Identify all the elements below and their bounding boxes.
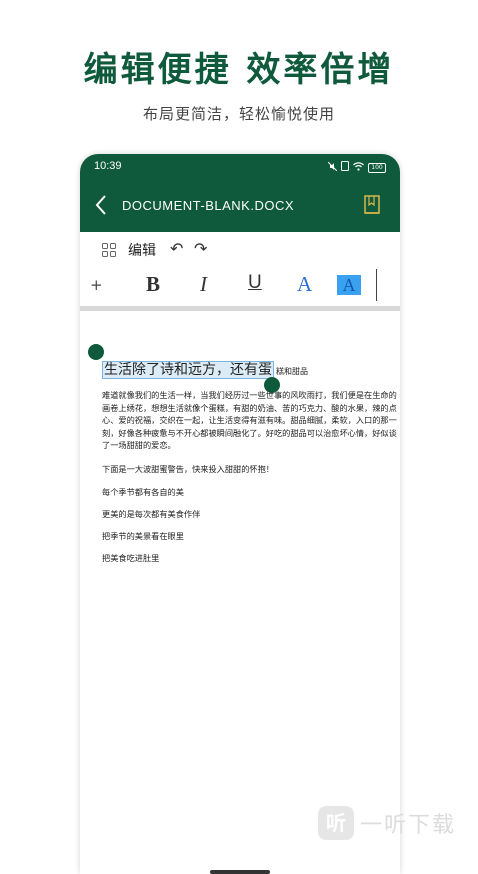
mute-icon [327,161,338,174]
battery-icon: 100 [368,162,386,173]
body-line[interactable]: 下面是一大波甜蜜警告，快来投入甜甜的怀抱！ [102,463,274,475]
body-paragraph[interactable]: 难道就像我们的生活一样，当我们经历过一些世事的风吹雨打，我们便是在生命的画卷上绣… [102,389,400,452]
app-header: 10:39 100 DOCUMENT-BLANK.DOCX [80,154,400,232]
selected-text[interactable]: 生活除了诗和远方，还有蛋 [102,361,274,379]
body-line[interactable]: 把季节的美景看在眼里 [102,530,184,542]
body-line[interactable]: 把美食吃进肚里 [102,552,159,564]
watermark-text: 一听下载 [360,813,457,838]
font-color-button[interactable]: A [297,272,312,298]
redo-icon[interactable]: ↷ [194,239,207,258]
home-indicator [210,870,270,874]
format-toolbar: + B I U A A [80,266,400,306]
sim-icon [341,161,349,174]
toolbar-divider [376,269,377,301]
highlight-button[interactable]: A [337,275,361,295]
body-line[interactable]: 每个季节都有各自的美 [102,486,184,498]
document-canvas[interactable]: 生活除了诗和远方，还有蛋 糕和甜品 难道就像我们的生活一样，当我们经历过一些世事的… [80,311,400,874]
watermark: 听 一听下载 [318,806,456,840]
document-heading[interactable]: 生活除了诗和远方，还有蛋 糕和甜品 [102,359,308,379]
watermark-logo: 听 [318,806,354,840]
edit-button[interactable]: 编辑 [128,240,156,260]
status-time: 10:39 [94,160,122,172]
promo-headline: 编辑便捷 效率倍增 [83,50,395,90]
chevron-left-icon[interactable] [94,194,108,216]
body-line[interactable]: 更美的是每次都有美食作伴 [102,508,200,520]
wifi-icon [353,161,364,174]
italic-button[interactable]: I [200,272,207,298]
book-icon[interactable] [362,194,382,216]
promo-subline: 布局更简洁，轻松愉悦使用 [142,105,335,123]
add-button[interactable]: + [90,276,103,302]
document-title: DOCUMENT-BLANK.DOCX [122,198,295,213]
underline-button[interactable]: U [248,272,262,298]
bold-button[interactable]: B [146,272,160,298]
heading-rest: 糕和甜品 [276,367,308,376]
grid-icon[interactable] [102,242,116,257]
phone-frame: 10:39 100 DOCUMENT-BLANK.DOCX 编辑 ↶ ↷ + B… [80,154,400,874]
undo-icon[interactable]: ↶ [170,239,183,258]
selection-start-handle[interactable] [88,344,104,360]
status-icons: 100 [327,161,386,174]
edit-toolbar: 编辑 ↶ ↷ [80,232,400,266]
status-bar: 10:39 100 [94,160,386,174]
